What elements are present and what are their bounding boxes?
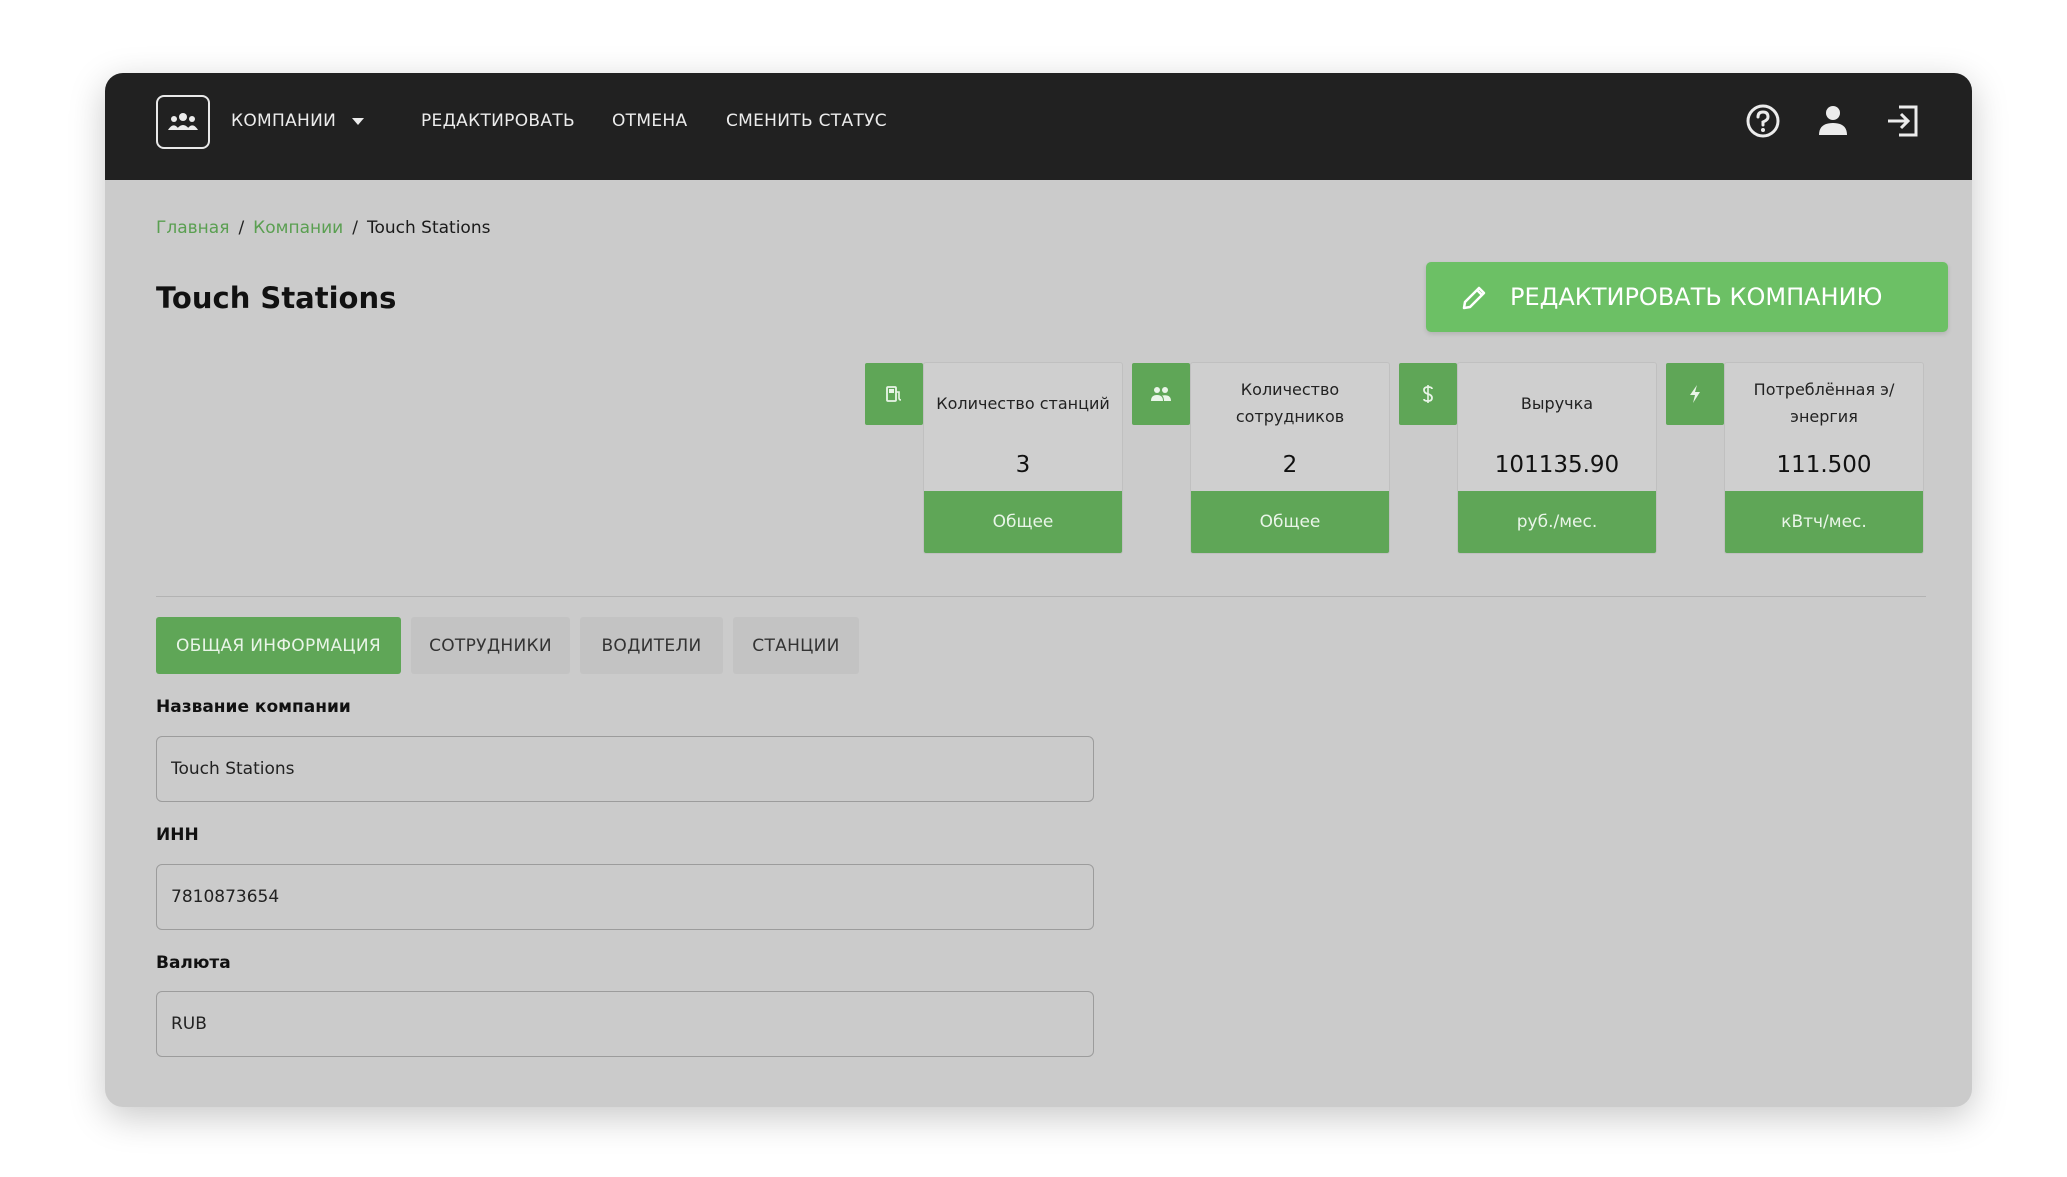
top-navbar: КОМПАНИИ РЕДАКТИРОВАТЬ ОТМЕНА СМЕНИТЬ СТ… bbox=[105, 73, 1972, 180]
tab-drivers[interactable]: ВОДИТЕЛИ bbox=[580, 617, 723, 674]
tab-employees[interactable]: СОТРУДНИКИ bbox=[411, 617, 570, 674]
page-title: Touch Stations bbox=[156, 281, 397, 315]
breadcrumb-separator: / bbox=[352, 218, 358, 238]
edit-company-button-label: РЕДАКТИРОВАТЬ КОМПАНИЮ bbox=[1510, 283, 1883, 311]
nav-companies-dropdown[interactable]: КОМПАНИИ bbox=[231, 111, 365, 131]
pencil-icon bbox=[1462, 286, 1486, 310]
company-name-field[interactable] bbox=[156, 736, 1094, 802]
stat-card-stations: Количество станций 3 Общее bbox=[924, 363, 1122, 553]
stat-card-employees: Количество сотрудников 2 Общее bbox=[1191, 363, 1389, 553]
stat-card-energy: Потреблённая э/энергия 111.500 кВтч/мес. bbox=[1725, 363, 1923, 553]
currency-field[interactable] bbox=[156, 991, 1094, 1057]
breadcrumb: Главная / Компании / Touch Stations bbox=[156, 218, 490, 238]
nav-change-status[interactable]: СМЕНИТЬ СТАТУС bbox=[726, 111, 887, 131]
company-name-label: Название компании bbox=[156, 697, 351, 717]
logout-icon[interactable] bbox=[1883, 101, 1923, 141]
stat-value: 111.500 bbox=[1776, 452, 1872, 478]
users-icon bbox=[1132, 363, 1190, 425]
stat-value: 2 bbox=[1282, 452, 1298, 478]
lightning-icon bbox=[1666, 363, 1724, 425]
stat-label: Количество сотрудников bbox=[1235, 380, 1345, 426]
stat-value: 101135.90 bbox=[1494, 452, 1620, 478]
stat-card-revenue: Выручка 101135.90 руб./мес. bbox=[1458, 363, 1656, 553]
inn-label: ИНН bbox=[156, 825, 199, 845]
stat-footer: Общее bbox=[1191, 491, 1389, 553]
breadcrumb-separator: / bbox=[238, 218, 245, 238]
tab-general-info[interactable]: ОБЩАЯ ИНФОРМАЦИЯ bbox=[156, 617, 401, 674]
users-group-icon[interactable] bbox=[156, 95, 210, 149]
breadcrumb-companies[interactable]: Компании bbox=[253, 218, 343, 238]
nav-edit[interactable]: РЕДАКТИРОВАТЬ bbox=[421, 111, 575, 131]
stat-label: Выручка bbox=[1520, 393, 1594, 413]
stat-label: Количество станций bbox=[936, 393, 1110, 413]
nav-companies-label: КОМПАНИИ bbox=[231, 111, 337, 131]
stat-footer: Общее bbox=[924, 491, 1122, 553]
edit-company-button[interactable]: РЕДАКТИРОВАТЬ КОМПАНИЮ bbox=[1426, 262, 1948, 332]
breadcrumb-current: Touch Stations bbox=[366, 218, 491, 238]
currency-label: Валюта bbox=[156, 953, 231, 973]
help-circle-icon[interactable] bbox=[1743, 101, 1783, 141]
dollar-icon bbox=[1399, 363, 1457, 425]
inn-field[interactable] bbox=[156, 864, 1094, 930]
section-divider bbox=[156, 596, 1926, 597]
nav-cancel[interactable]: ОТМЕНА bbox=[612, 111, 687, 131]
user-icon[interactable] bbox=[1813, 101, 1853, 141]
stat-value: 3 bbox=[1015, 452, 1031, 478]
app-window: КОМПАНИИ РЕДАКТИРОВАТЬ ОТМЕНА СМЕНИТЬ СТ… bbox=[105, 73, 1972, 1107]
stat-label: Потреблённая э/энергия bbox=[1753, 380, 1895, 426]
caret-down-icon bbox=[352, 117, 365, 125]
breadcrumb-home[interactable]: Главная bbox=[156, 218, 229, 238]
stat-footer: руб./мес. bbox=[1458, 491, 1656, 553]
charging-station-icon bbox=[865, 363, 923, 425]
stat-footer: кВтч/мес. bbox=[1725, 491, 1923, 553]
tab-stations[interactable]: СТАНЦИИ bbox=[733, 617, 859, 674]
